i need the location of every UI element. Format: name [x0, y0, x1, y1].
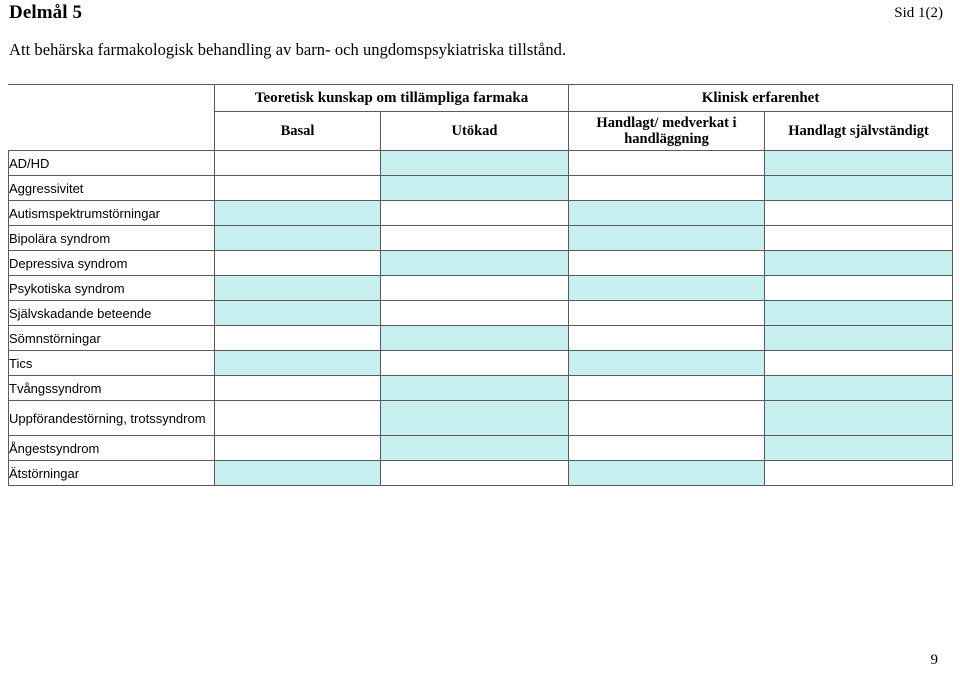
- row-label: Sömnstörningar: [8, 325, 215, 351]
- matrix-cell-filled[interactable]: [214, 460, 381, 486]
- table-row: Ångestsyndrom: [8, 435, 954, 461]
- competency-matrix-container: Teoretisk kunskap om tillämpliga farmaka…: [8, 84, 954, 486]
- matrix-cell-filled[interactable]: [214, 350, 381, 376]
- table-row: Depressiva syndrom: [8, 250, 954, 276]
- matrix-cell-filled[interactable]: [764, 400, 954, 436]
- footer-page-number: 9: [930, 652, 939, 668]
- matrix-cell-empty[interactable]: [214, 400, 381, 436]
- matrix-cell-empty[interactable]: [214, 325, 381, 351]
- table-row: Tvångssyndrom: [8, 375, 954, 401]
- matrix-cell-empty[interactable]: [568, 375, 766, 401]
- matrix-cell-filled[interactable]: [379, 175, 570, 201]
- matrix-cell-empty[interactable]: [379, 275, 570, 301]
- table-row: Ätstörningar: [8, 460, 954, 486]
- group-header-theoretical-knowledge: Teoretisk kunskap om tillämpliga farmaka: [213, 84, 570, 112]
- row-label: Självskadande beteende: [8, 300, 215, 326]
- row-label: Psykotiska syndrom: [8, 275, 215, 301]
- row-label: AD/HD: [8, 150, 215, 176]
- column-header-utokad: Utökad: [379, 111, 570, 151]
- matrix-cell-empty[interactable]: [764, 460, 954, 486]
- row-label: Ångestsyndrom: [8, 435, 215, 461]
- matrix-cell-empty[interactable]: [568, 325, 766, 351]
- matrix-cell-empty[interactable]: [568, 400, 766, 436]
- column-header-handlagt-sjalvstandigt: Handlagt självständigt: [764, 111, 954, 151]
- matrix-cell-filled[interactable]: [379, 150, 570, 176]
- matrix-cell-empty[interactable]: [568, 250, 766, 276]
- matrix-cell-filled[interactable]: [214, 225, 381, 251]
- row-label: Autismspektrumstörningar: [8, 200, 215, 226]
- matrix-cell-empty[interactable]: [764, 350, 954, 376]
- matrix-cell-empty[interactable]: [379, 350, 570, 376]
- matrix-cell-filled[interactable]: [379, 435, 570, 461]
- matrix-cell-filled[interactable]: [214, 300, 381, 326]
- row-label: Tics: [8, 350, 215, 376]
- table-row: Sömnstörningar: [8, 325, 954, 351]
- table-row: Psykotiska syndrom: [8, 275, 954, 301]
- matrix-cell-empty[interactable]: [214, 175, 381, 201]
- matrix-cell-empty[interactable]: [379, 460, 570, 486]
- matrix-cell-empty[interactable]: [764, 200, 954, 226]
- table-row: Bipolära syndrom: [8, 225, 954, 251]
- matrix-cell-empty[interactable]: [764, 225, 954, 251]
- table-row: Autismspektrumstörningar: [8, 200, 954, 226]
- matrix-group-header-row: Teoretisk kunskap om tillämpliga farmaka…: [8, 84, 954, 151]
- table-row: AD/HD: [8, 150, 954, 176]
- row-label: Aggressivitet: [8, 175, 215, 201]
- column-header-basal: Basal: [214, 111, 381, 151]
- matrix-cell-filled[interactable]: [568, 460, 766, 486]
- matrix-corner-cell: [8, 84, 215, 151]
- matrix-cell-empty[interactable]: [379, 200, 570, 226]
- matrix-cell-filled[interactable]: [764, 250, 954, 276]
- matrix-cell-empty[interactable]: [214, 435, 381, 461]
- matrix-cell-empty[interactable]: [379, 225, 570, 251]
- matrix-cell-filled[interactable]: [764, 175, 954, 201]
- matrix-cell-filled[interactable]: [764, 325, 954, 351]
- matrix-cell-empty[interactable]: [214, 150, 381, 176]
- matrix-cell-filled[interactable]: [764, 435, 954, 461]
- document-page: Delmål 5 Sid 1(2) Att behärska farmakolo…: [0, 0, 960, 681]
- matrix-header: Teoretisk kunskap om tillämpliga farmaka…: [8, 84, 954, 151]
- table-row: Uppförandestörning, trotssyndrom: [8, 400, 954, 436]
- row-label: Bipolära syndrom: [8, 225, 215, 251]
- matrix-cell-empty[interactable]: [568, 300, 766, 326]
- row-label: Uppförandestörning, trotssyndrom: [8, 400, 215, 436]
- matrix-cell-empty[interactable]: [764, 275, 954, 301]
- matrix-cell-filled[interactable]: [568, 275, 766, 301]
- matrix-cell-filled[interactable]: [379, 400, 570, 436]
- matrix-cell-filled[interactable]: [764, 300, 954, 326]
- page-identifier: Sid 1(2): [894, 5, 943, 21]
- matrix-body: AD/HD Aggressivitet Autismspektrumstörning…: [8, 150, 954, 486]
- matrix-cell-empty[interactable]: [214, 250, 381, 276]
- matrix-cell-filled[interactable]: [568, 225, 766, 251]
- matrix-cell-filled[interactable]: [379, 325, 570, 351]
- matrix-cell-filled[interactable]: [764, 150, 954, 176]
- table-row: Aggressivitet: [8, 175, 954, 201]
- matrix-cell-empty[interactable]: [568, 435, 766, 461]
- page-subtitle: Att behärska farmakologisk behandling av…: [9, 40, 567, 59]
- matrix-cell-filled[interactable]: [379, 250, 570, 276]
- document-header: Delmål 5 Sid 1(2) Att behärska farmakolo…: [0, 0, 960, 72]
- matrix-cell-filled[interactable]: [764, 375, 954, 401]
- row-label: Ätstörningar: [8, 460, 215, 486]
- matrix-cell-empty[interactable]: [568, 150, 766, 176]
- matrix-cell-empty[interactable]: [214, 375, 381, 401]
- table-row: Tics: [8, 350, 954, 376]
- competency-matrix-table: Teoretisk kunskap om tillämpliga farmaka…: [8, 84, 954, 486]
- matrix-cell-empty[interactable]: [568, 175, 766, 201]
- matrix-cell-filled[interactable]: [568, 350, 766, 376]
- group-header-clinical-experience: Klinisk erfarenhet: [568, 84, 954, 112]
- table-row: Självskadande beteende: [8, 300, 954, 326]
- matrix-cell-filled[interactable]: [379, 375, 570, 401]
- matrix-cell-empty[interactable]: [379, 300, 570, 326]
- matrix-cell-filled[interactable]: [568, 200, 766, 226]
- page-title: Delmål 5: [9, 2, 83, 23]
- column-header-handlagt-medverkat: Handlagt/ medverkat i handläggning: [568, 111, 766, 151]
- matrix-cell-filled[interactable]: [214, 275, 381, 301]
- matrix-cell-filled[interactable]: [214, 200, 381, 226]
- row-label: Tvångssyndrom: [8, 375, 215, 401]
- row-label: Depressiva syndrom: [8, 250, 215, 276]
